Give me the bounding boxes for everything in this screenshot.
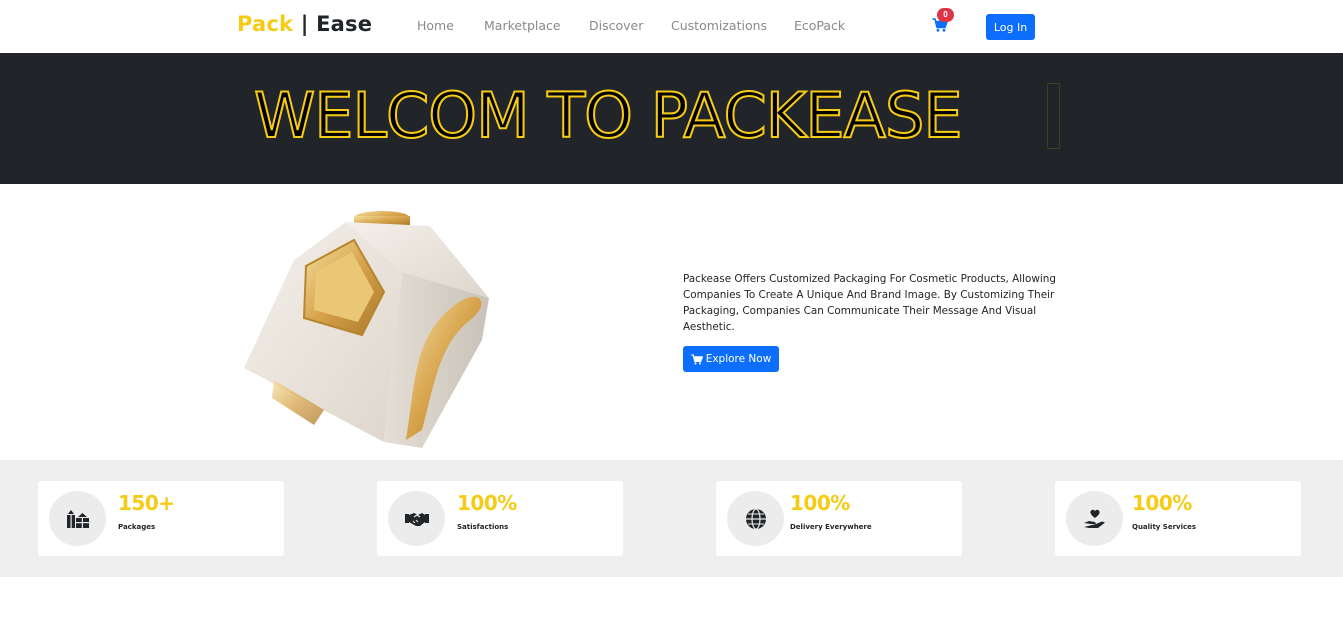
nav-link-ecopack[interactable]: EcoPack — [794, 18, 845, 33]
about-description: Packease Offers Customized Packaging For… — [683, 273, 1056, 333]
stat-label: Satisfactions — [457, 523, 509, 531]
cart-count-badge: 0 — [937, 8, 954, 22]
typing-caret — [1047, 83, 1060, 149]
stat-value: 150+ — [118, 491, 175, 515]
brand-ease: Ease — [316, 12, 373, 36]
brand-separator: | — [293, 12, 317, 36]
product-image — [244, 211, 489, 448]
nav-link-marketplace[interactable]: Marketplace — [484, 18, 561, 33]
login-button[interactable]: Log In — [986, 14, 1035, 40]
explore-now-label: Explore Now — [705, 353, 772, 365]
stat-value: 100% — [457, 491, 517, 515]
navbar: Pack | Ease Home Marketplace Discover Cu… — [0, 0, 1343, 53]
hand-holding-heart-icon — [1083, 509, 1105, 528]
stat-icon-circle — [1066, 491, 1123, 546]
stat-icon-circle — [388, 491, 445, 546]
hero-title: WELCOM TO PACKEASE — [253, 79, 964, 152]
stat-label: Packages — [118, 523, 156, 531]
gifts-icon — [66, 509, 89, 528]
stat-card-packages: 150+ Packages — [38, 481, 284, 556]
stat-value: 100% — [790, 491, 850, 515]
brand-logo[interactable]: Pack | Ease — [237, 12, 372, 36]
stat-card-delivery: 100% Delivery Everywhere — [716, 481, 962, 556]
stat-label: Quality Services — [1132, 523, 1197, 531]
stat-icon-circle — [49, 491, 106, 546]
handshake-icon — [404, 512, 429, 526]
brand-pack: Pack — [237, 12, 294, 36]
globe-icon — [745, 507, 766, 530]
explore-now-button[interactable]: Explore Now — [683, 346, 779, 372]
stat-label: Delivery Everywhere — [790, 523, 872, 531]
stat-value: 100% — [1132, 491, 1192, 515]
nav-link-discover[interactable]: Discover — [589, 18, 643, 33]
stat-card-quality: 100% Quality Services — [1055, 481, 1301, 556]
nav-link-customizations[interactable]: Customizations — [671, 18, 767, 33]
stat-icon-circle — [727, 491, 784, 546]
nav-link-home[interactable]: Home — [417, 18, 454, 33]
stat-card-satisfactions: 100% Satisfactions — [377, 481, 623, 556]
hero-banner: WELCOM TO PACKEASE — [0, 53, 1343, 184]
stats-section: 150+ Packages 100% Satisfactions 100% De… — [0, 460, 1343, 577]
cart-icon — [691, 353, 703, 365]
